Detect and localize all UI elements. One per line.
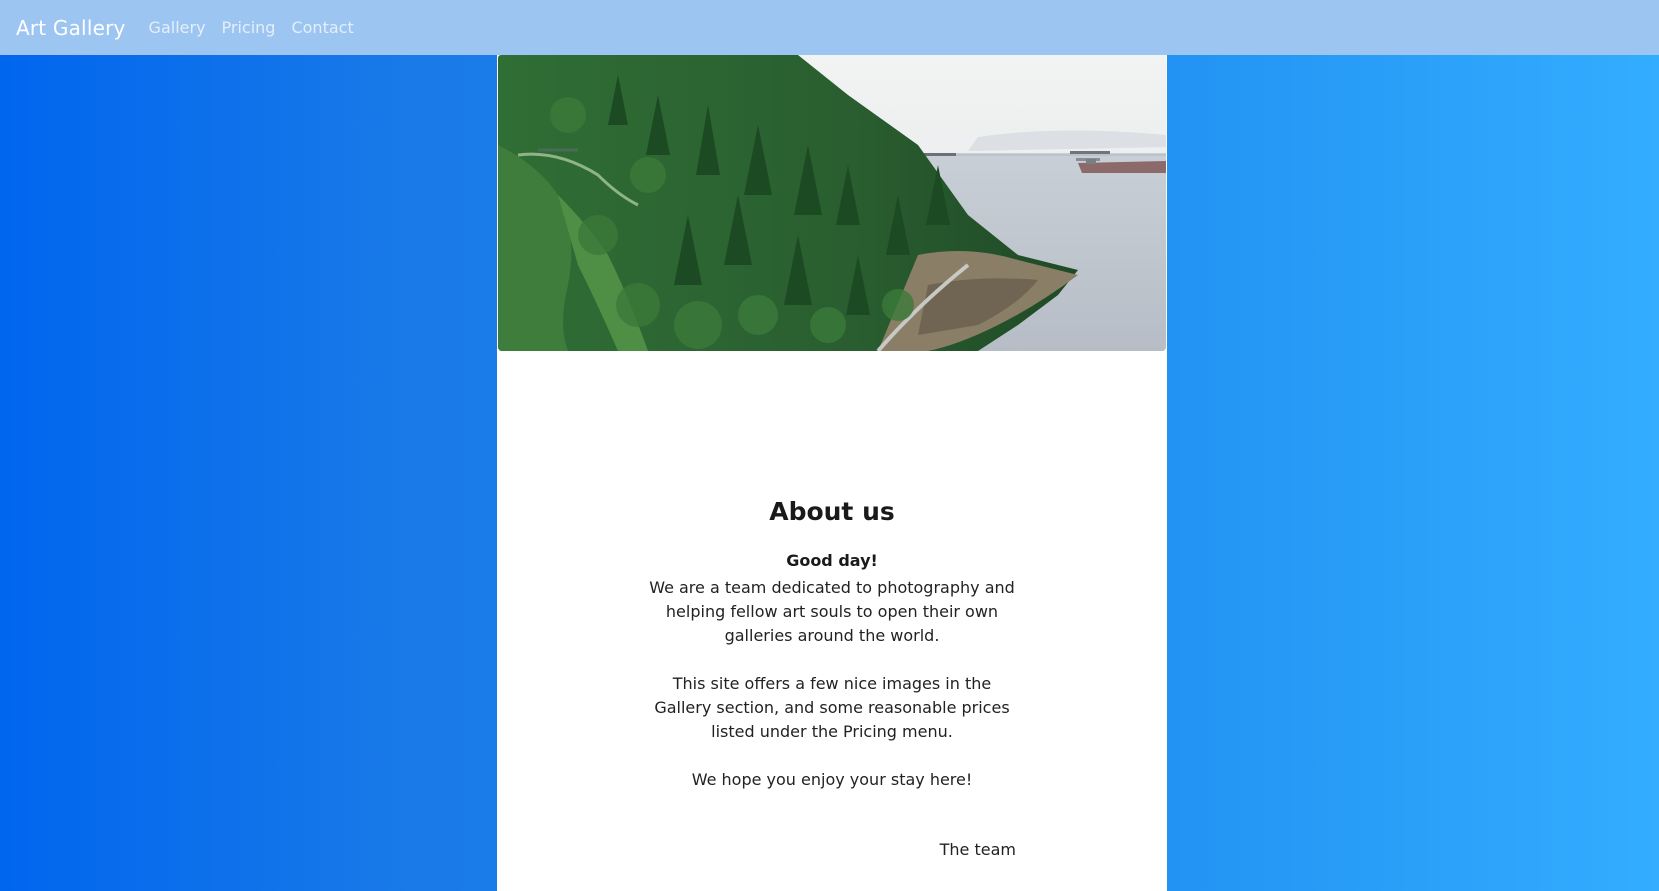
nav-link-gallery[interactable]: Gallery [149, 18, 206, 37]
nav-link-contact[interactable]: Contact [291, 18, 353, 37]
nav-link-pricing[interactable]: Pricing [222, 18, 276, 37]
intro-paragraph: We are a team dedicated to photography a… [649, 578, 1015, 645]
signature-text: The team [939, 840, 1016, 859]
closing-paragraph: We hope you enjoy your stay here! [691, 770, 973, 789]
top-navbar: Art Gallery Gallery Pricing Contact [0, 0, 1659, 55]
about-title: About us [769, 497, 895, 526]
hero-landscape-illustration [498, 55, 1166, 351]
site-info-paragraph: This site offers a few nice images in th… [654, 674, 1010, 741]
greeting-text: Good day! [786, 551, 878, 570]
hero-image [498, 55, 1166, 351]
brand-link[interactable]: Art Gallery [16, 16, 126, 40]
about-card: About us Good day! We are a team dedicat… [497, 55, 1167, 891]
